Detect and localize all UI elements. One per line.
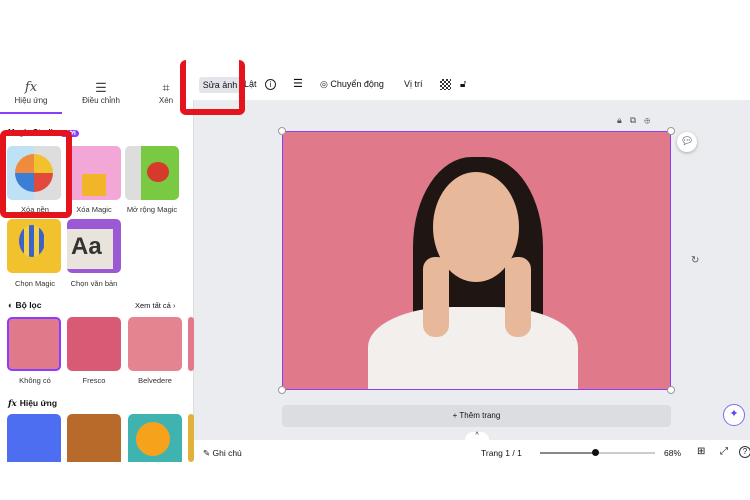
tab-effects[interactable]: fx Hiệu ứng	[0, 80, 62, 105]
zoom-level[interactable]: 68%	[664, 448, 681, 458]
photo-element[interactable]	[282, 131, 671, 390]
notes-button[interactable]: ✎ Ghi chú	[203, 448, 242, 459]
page-controls[interactable]: 🔒︎⧉⊕	[617, 115, 658, 126]
filter-icon: ◐	[8, 300, 16, 310]
filter-fresco[interactable]	[67, 317, 121, 371]
fx-icon: fx	[8, 399, 20, 409]
magic-grab-tile[interactable]	[7, 219, 61, 273]
flip-button[interactable]: Lật	[244, 79, 257, 89]
border-style-icon[interactable]: ☰	[293, 77, 303, 90]
filter-label: Fresco	[82, 376, 106, 385]
comment-button[interactable]: 💬︎	[677, 132, 697, 152]
filters-title: ◐ Bộ lọc	[8, 300, 42, 310]
fx-icon: fx	[24, 80, 38, 95]
see-all-link[interactable]: Xem tất cả ›	[135, 301, 175, 310]
tile-label: Mở rộng Magic	[126, 205, 178, 214]
add-page-button[interactable]: + Thêm trang	[282, 405, 671, 427]
tab-adjust[interactable]: ☰ Điều chỉnh	[70, 80, 132, 105]
tile-label: Chọn văn bản	[70, 279, 118, 288]
fullscreen-icon[interactable]: ⤢	[720, 446, 728, 457]
transparency-icon[interactable]	[440, 79, 451, 90]
position-button[interactable]: Vị trí	[404, 79, 423, 89]
grid-view-icon[interactable]: ⊞	[697, 446, 705, 457]
highlight-annotation	[0, 130, 72, 218]
magic-eraser-tile[interactable]	[67, 146, 121, 200]
help-icon[interactable]: ?	[739, 446, 750, 458]
zoom-slider-thumb	[592, 449, 600, 456]
filter-label: Belvedere	[138, 376, 172, 385]
lock-icon[interactable]: 🔓︎	[460, 79, 466, 90]
magic-expand-tile[interactable]	[125, 146, 179, 200]
photo-shirt	[368, 307, 578, 389]
sliders-icon: ☰	[95, 80, 107, 95]
highlight-annotation	[180, 60, 245, 115]
info-icon[interactable]: i	[265, 79, 276, 90]
collapse-pages-button[interactable]: ^	[465, 432, 489, 442]
active-tab-indicator	[0, 112, 62, 114]
grab-text-tile[interactable]: Aa	[67, 219, 121, 273]
animate-icon: ◎	[320, 79, 331, 89]
zoom-slider[interactable]	[540, 449, 655, 456]
magic-assistant-button[interactable]: ✦	[723, 404, 745, 426]
rotate-icon[interactable]: ↻	[691, 255, 699, 266]
animate-button[interactable]: ◎ Chuyển động	[320, 79, 384, 90]
filter-none[interactable]	[7, 317, 61, 371]
effect-tile[interactable]	[67, 414, 121, 462]
effects-title: fx Hiệu ứng	[8, 398, 58, 409]
page-indicator[interactable]: Trang 1 / 1	[481, 448, 522, 458]
filter-belvedere[interactable]	[128, 317, 182, 371]
effect-tile[interactable]	[128, 414, 182, 462]
effect-tile[interactable]	[7, 414, 61, 462]
